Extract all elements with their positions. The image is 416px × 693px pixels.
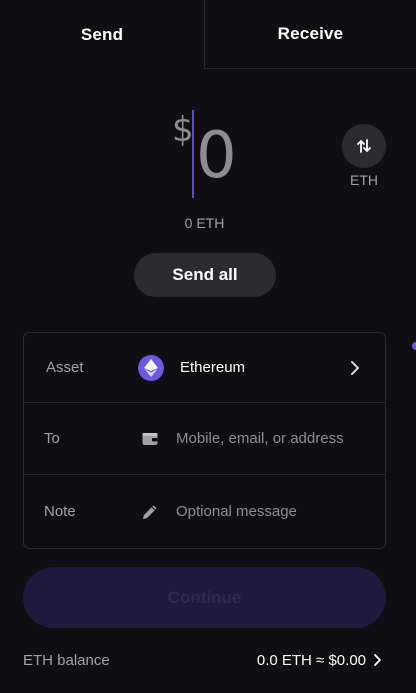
send-receive-tabs: Send Receive	[0, 0, 416, 69]
currency-symbol: $	[172, 110, 194, 150]
asset-value: Ethereum	[180, 359, 246, 376]
recipient-input[interactable]	[176, 430, 376, 447]
swap-arrows-icon	[357, 139, 371, 153]
to-row[interactable]: To	[24, 403, 385, 475]
note-label: Note	[44, 503, 76, 520]
swap-currency-button[interactable]	[342, 124, 386, 168]
note-input[interactable]	[176, 503, 376, 520]
amount-value[interactable]: 0	[196, 124, 237, 188]
text-cursor	[192, 110, 194, 198]
to-label: To	[44, 430, 60, 447]
eth-balance-row[interactable]: ETH balance 0.0 ETH ≈ $0.00	[23, 648, 386, 672]
chevron-right-icon	[374, 654, 381, 666]
swap-currency-label: ETH	[350, 172, 378, 188]
send-screen: Send Receive $ 0 ETH 0 ETH Send all Asse…	[0, 0, 416, 693]
send-form-card: Asset Ethereum To Mobile, email, or addr…	[23, 332, 386, 549]
wallet-icon	[140, 429, 160, 449]
asset-row[interactable]: Asset Ethereum	[24, 333, 385, 403]
asset-label: Asset	[46, 359, 84, 376]
chevron-right-icon	[351, 361, 359, 375]
tab-send[interactable]: Send	[0, 0, 204, 69]
pencil-icon	[140, 502, 160, 522]
note-row[interactable]: Note	[24, 475, 385, 548]
converted-amount: 0 ETH	[184, 215, 225, 231]
tab-receive[interactable]: Receive	[204, 0, 416, 69]
continue-button[interactable]: Continue	[23, 567, 386, 628]
balance-value: 0.0 ETH ≈ $0.00	[256, 651, 366, 669]
ethereum-icon	[138, 355, 164, 381]
balance-label: ETH balance	[23, 651, 110, 669]
send-all-button[interactable]: Send all	[134, 253, 276, 297]
edge-fragment	[410, 338, 416, 350]
